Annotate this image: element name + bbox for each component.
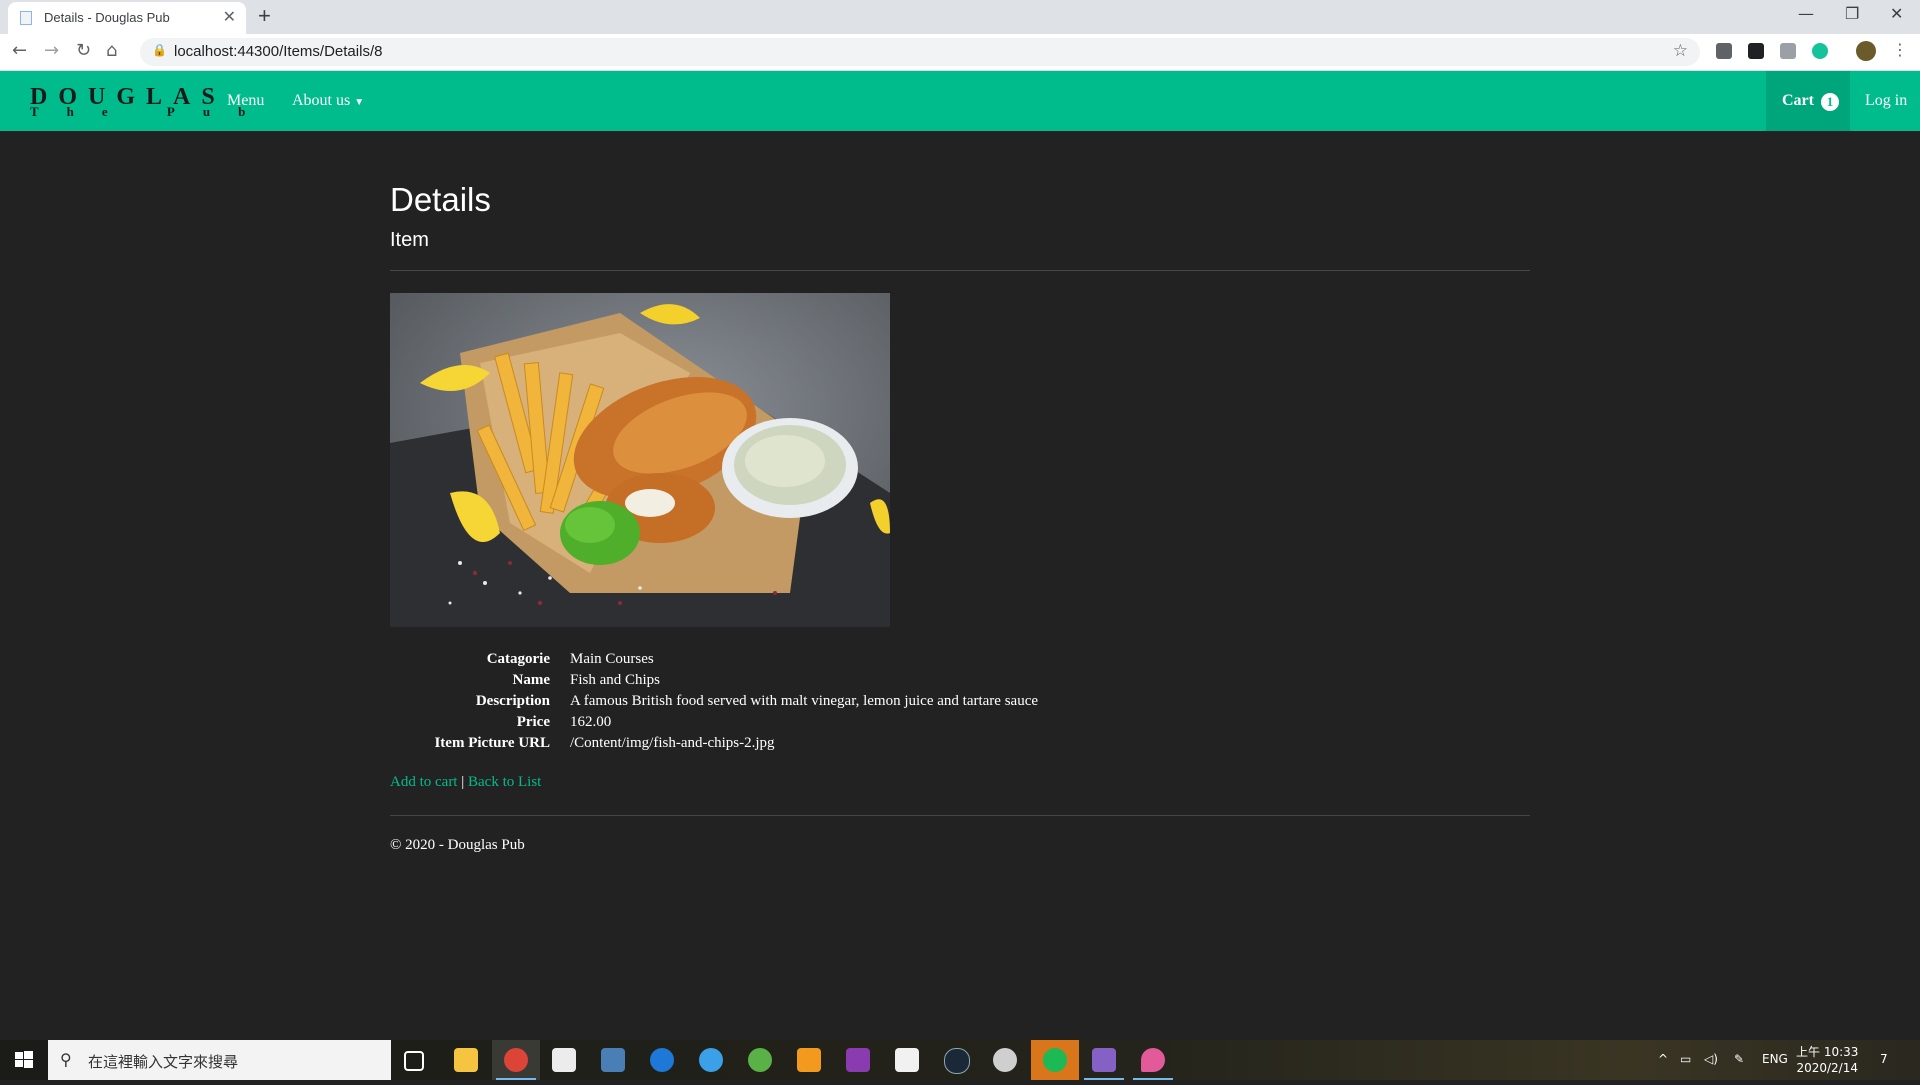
start-button[interactable] — [0, 1040, 48, 1080]
link-separator: | — [461, 774, 465, 790]
footer-copyright: © 2020 - Douglas Pub — [390, 837, 525, 853]
cart-count-badge: 1 — [1821, 93, 1839, 111]
caret-down-icon: ▼ — [354, 97, 365, 108]
browser-tab-strip: Details - Douglas Pub ✕ + — ❐ ✕ — [0, 0, 1920, 34]
extension-icon[interactable] — [1748, 43, 1764, 59]
input-language[interactable]: ENG — [1762, 1052, 1788, 1066]
task-view-icon[interactable] — [404, 1051, 424, 1071]
nav-about-label: About us — [292, 92, 351, 109]
bookmark-star-icon[interactable]: ☆ — [1673, 41, 1688, 61]
back-icon[interactable]: ← — [12, 40, 27, 61]
divider — [390, 270, 1530, 271]
spotify-icon[interactable] — [1043, 1048, 1067, 1072]
back-to-list-link[interactable]: Back to List — [468, 774, 541, 790]
detail-value: Main Courses — [570, 651, 654, 667]
tab-close-icon[interactable]: ✕ — [223, 7, 236, 27]
nav-menu-link[interactable]: Menu — [227, 92, 264, 110]
store-icon[interactable] — [895, 1048, 919, 1072]
add-to-cart-link[interactable]: Add to cart — [390, 774, 457, 790]
home-icon[interactable]: ⌂ — [106, 40, 117, 61]
clock-date: 2020/2/14 — [1796, 1061, 1858, 1075]
nav-about-dropdown[interactable]: About us ▼ — [292, 92, 364, 110]
reload-icon[interactable]: ↻ — [76, 40, 91, 61]
detail-label: Price — [516, 714, 550, 730]
minimize-icon[interactable]: — — [1798, 4, 1814, 23]
page-title: Details — [390, 181, 491, 218]
page-subtitle: Item — [390, 229, 429, 251]
tab-title: Details - Douglas Pub — [44, 10, 170, 25]
site-navbar: DOUGLAS The Pub Menu About us ▼ Cart 1 L… — [0, 71, 1920, 131]
browser-menu-icon[interactable]: ⋮ — [1892, 40, 1908, 59]
mindmap-icon[interactable] — [846, 1048, 870, 1072]
detail-value: A famous British food served with malt v… — [570, 693, 1039, 709]
browser-tab[interactable]: Details - Douglas Pub ✕ — [8, 2, 246, 34]
windows-taskbar: ⚲ 在這裡輸入文字來搜尋 ^ ▭ ◁) ✎ ENG 上午 10:33 2020/… — [0, 1040, 1920, 1080]
mail-icon[interactable] — [552, 1048, 576, 1072]
extension-icon[interactable] — [1780, 43, 1796, 59]
grammarly-icon[interactable] — [1812, 43, 1828, 59]
taskbar-search-box[interactable]: ⚲ 在這裡輸入文字來搜尋 — [48, 1040, 391, 1080]
taskbar-clock[interactable]: 上午 10:33 2020/2/14 — [1796, 1044, 1858, 1076]
utorrent-icon[interactable] — [748, 1048, 772, 1072]
maps-pin-icon[interactable] — [1141, 1048, 1165, 1072]
volume-icon[interactable]: ◁) — [1704, 1052, 1718, 1066]
forward-icon[interactable]: → — [44, 40, 59, 61]
detail-label: Item Picture URL — [434, 735, 550, 751]
search-icon: ⚲ — [60, 1050, 72, 1069]
address-url[interactable]: localhost:44300/Items/Details/8 — [174, 43, 382, 60]
detail-value: /Content/img/fish-and-chips-2.jpg — [570, 735, 775, 751]
chrome-icon[interactable] — [504, 1048, 528, 1072]
page-favicon-icon — [20, 11, 32, 25]
detail-value: 162.00 — [570, 714, 612, 730]
app-icon[interactable] — [993, 1048, 1017, 1072]
cart-label: Cart — [1782, 92, 1814, 109]
lock-icon[interactable]: 🔒 — [152, 43, 167, 57]
clock-time: 上午 10:33 — [1796, 1045, 1859, 1059]
notification-count: 7 — [1880, 1052, 1888, 1066]
network-icon[interactable]: ▭ — [1680, 1052, 1691, 1066]
internet-explorer-icon[interactable] — [699, 1048, 723, 1072]
cart-button[interactable]: Cart 1 — [1766, 71, 1850, 131]
close-window-icon[interactable]: ✕ — [1890, 4, 1903, 23]
tray-chevron-icon[interactable]: ^ — [1658, 1052, 1668, 1066]
address-bar[interactable]: 🔒 localhost:44300/Items/Details/8 ☆ — [140, 38, 1700, 66]
detail-label: Catagorie — [486, 651, 550, 667]
footer-divider — [390, 815, 1530, 816]
browser-toolbar: ← → ↻ ⌂ 🔒 localhost:44300/Items/Details/… — [0, 34, 1920, 71]
detail-label: Description — [475, 693, 550, 709]
action-links: Add to cart | Back to List — [390, 774, 541, 791]
item-picture — [390, 293, 890, 627]
detail-value: Fish and Chips — [570, 672, 661, 688]
login-link[interactable]: Log in — [1865, 92, 1907, 110]
pen-icon[interactable]: ✎ — [1734, 1052, 1744, 1066]
notification-center-icon[interactable]: 7 — [1880, 1052, 1888, 1066]
restore-icon[interactable]: ❐ — [1845, 4, 1859, 23]
visual-studio-icon[interactable] — [1092, 1048, 1116, 1072]
new-tab-icon[interactable]: + — [258, 3, 271, 29]
edge-icon[interactable] — [650, 1048, 674, 1072]
extension-icon[interactable] — [1716, 43, 1732, 59]
sublime-icon[interactable] — [797, 1048, 821, 1072]
windows-logo-icon — [15, 1051, 33, 1068]
steam-icon[interactable] — [944, 1048, 970, 1074]
security-shield-icon[interactable] — [601, 1048, 625, 1072]
detail-label: Name — [512, 672, 551, 688]
avatar[interactable] — [1856, 41, 1876, 61]
file-explorer-icon[interactable] — [454, 1048, 478, 1072]
taskbar-search-placeholder: 在這裡輸入文字來搜尋 — [88, 1053, 239, 1071]
